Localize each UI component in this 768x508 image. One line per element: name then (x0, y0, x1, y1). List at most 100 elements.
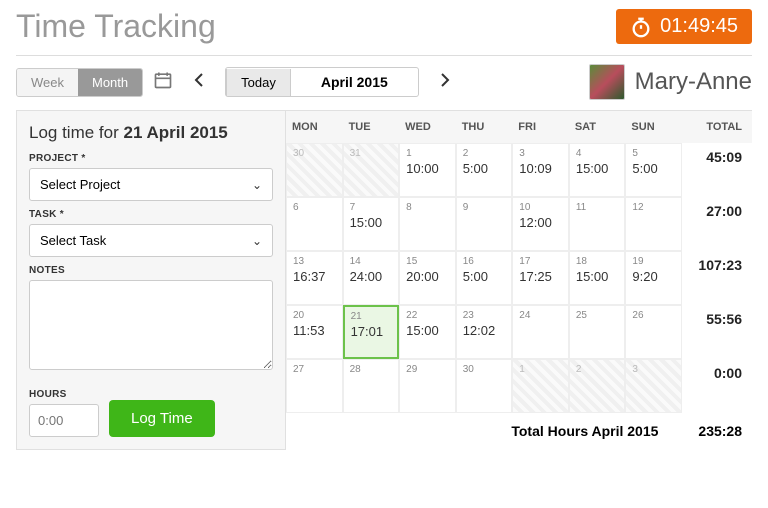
day-number: 23 (463, 310, 506, 321)
calendar-day-cell[interactable]: 1424:00 (343, 251, 400, 305)
calendar-day-cell[interactable]: 1 10:00 (399, 143, 456, 197)
user-chip[interactable]: Mary-Anne (589, 64, 752, 100)
calendar-body: 3031110:0025:00310:09415:0055:0045:09671… (286, 143, 752, 413)
day-hours: 9:20 (632, 269, 675, 284)
day-number: 29 (406, 364, 449, 375)
calendar-day-cell[interactable]: 8 (399, 197, 456, 251)
day-number: 6 (293, 202, 336, 213)
day-hours: 10:00 (406, 161, 449, 176)
day-number: 5 (632, 148, 675, 159)
calendar-day-cell[interactable]: 310:09 (512, 143, 569, 197)
calendar-row: 6 715:00 8 9 1012:00111227:00 (286, 197, 752, 251)
timer-value: 01:49:45 (660, 15, 738, 38)
calendar-day-cell[interactable]: 1316:37 (286, 251, 343, 305)
view-month-button[interactable]: Month (78, 69, 142, 96)
notes-textarea[interactable] (29, 280, 273, 370)
calendar-day-cell[interactable]: 2 (569, 359, 626, 413)
grand-total-row: Total Hours April 2015 235:28 (286, 413, 752, 439)
day-number: 3 (519, 148, 562, 159)
log-time-button[interactable]: Log Time (109, 400, 215, 437)
day-number: 7 (350, 202, 393, 213)
day-number: 9 (463, 202, 506, 213)
username: Mary-Anne (635, 68, 752, 96)
page-header: Time Tracking 01:49:45 (16, 8, 752, 56)
calendar-header-cell: FRI (512, 111, 569, 143)
task-select[interactable]: Select Task ⌄ (29, 224, 273, 257)
calendar-day-cell[interactable]: 2011:53 (286, 305, 343, 359)
calendar-day-cell[interactable]: 23 12:02 (456, 305, 513, 359)
calendar-day-cell[interactable]: 27 (286, 359, 343, 413)
day-hours: 15:00 (406, 323, 449, 338)
day-number: 17 (519, 256, 562, 267)
day-hours: 17:25 (519, 269, 562, 284)
day-number: 8 (406, 202, 449, 213)
project-select[interactable]: Select Project ⌄ (29, 168, 273, 201)
day-number: 1 (406, 148, 449, 159)
day-hours: 11:53 (293, 323, 336, 338)
prev-button[interactable] (183, 69, 215, 96)
day-number: 4 (576, 148, 619, 159)
calendar-day-cell[interactable]: 415:00 (569, 143, 626, 197)
chevron-down-icon: ⌄ (252, 234, 262, 248)
hours-input[interactable] (29, 404, 99, 437)
grand-total-value: 235:28 (698, 423, 742, 439)
row-total: 45:09 (682, 143, 752, 197)
calendar: MONTUEWEDTHUFRISATSUNTOTAL 3031110:0025:… (286, 110, 752, 450)
calendar-day-cell[interactable]: 1815:00 (569, 251, 626, 305)
calendar-day-cell[interactable]: 30 (456, 359, 513, 413)
day-number: 24 (519, 310, 562, 321)
view-week-button[interactable]: Week (17, 69, 78, 96)
chevron-down-icon: ⌄ (252, 178, 262, 192)
calendar-day-cell[interactable]: 6 (286, 197, 343, 251)
day-hours: 12:02 (463, 323, 506, 338)
day-hours: 24:00 (350, 269, 393, 284)
calendar-day-cell[interactable]: 1 (512, 359, 569, 413)
day-hours: 15:00 (576, 269, 619, 284)
row-total: 27:00 (682, 197, 752, 251)
calendar-row: 1316:371424:001520:00165:00 17 17:25 1815:0… (286, 251, 752, 305)
day-number: 2 (463, 148, 506, 159)
calendar-day-cell[interactable]: 199:20 (625, 251, 682, 305)
calendar-day-cell[interactable]: 24 (512, 305, 569, 359)
row-total: 0:00 (682, 359, 752, 413)
row-total: 55:56 (682, 305, 752, 359)
calendar-day-cell[interactable]: 17 17:25 (512, 251, 569, 305)
calendar-row: 27 28 29 301230:00 (286, 359, 752, 413)
calendar-day-cell[interactable]: 31 (343, 143, 400, 197)
calendar-day-cell[interactable]: 25 (569, 305, 626, 359)
calendar-day-cell[interactable]: 26 (625, 305, 682, 359)
calendar-day-cell[interactable]: 28 (343, 359, 400, 413)
calendar-day-cell[interactable]: 29 (399, 359, 456, 413)
calendar-header-cell: TOTAL (682, 111, 752, 143)
today-button[interactable]: Today (226, 69, 291, 96)
calendar-day-cell[interactable]: 9 (456, 197, 513, 251)
day-number: 21 (351, 311, 392, 322)
calendar-day-cell[interactable]: 11 (569, 197, 626, 251)
calendar-day-cell[interactable]: 30 (286, 143, 343, 197)
avatar (589, 64, 625, 100)
task-label: TASK * (29, 209, 273, 220)
calendar-day-cell[interactable]: 55:00 (625, 143, 682, 197)
chevron-right-icon (439, 73, 451, 87)
calendar-day-cell[interactable]: 12 (625, 197, 682, 251)
calendar-day-cell[interactable]: 1520:00 (399, 251, 456, 305)
calendar-day-cell[interactable]: 165:00 (456, 251, 513, 305)
period-label: April 2015 (291, 68, 418, 96)
day-hours: 16:37 (293, 269, 336, 284)
row-total: 107:23 (682, 251, 752, 305)
calendar-day-cell[interactable]: 2117:01 (343, 305, 400, 359)
project-label: PROJECT * (29, 153, 273, 164)
calendar-icon[interactable] (153, 70, 173, 95)
timer-badge[interactable]: 01:49:45 (616, 9, 752, 44)
calendar-day-cell[interactable]: 715:00 (343, 197, 400, 251)
calendar-day-cell[interactable]: 1012:00 (512, 197, 569, 251)
page-title: Time Tracking (16, 8, 216, 45)
calendar-day-cell[interactable]: 2215:00 (399, 305, 456, 359)
chevron-left-icon (193, 73, 205, 87)
calendar-day-cell[interactable]: 3 (625, 359, 682, 413)
next-button[interactable] (429, 69, 461, 96)
calendar-day-cell[interactable]: 25:00 (456, 143, 513, 197)
day-number: 26 (632, 310, 675, 321)
day-number: 27 (293, 364, 336, 375)
calendar-header-cell: THU (456, 111, 513, 143)
